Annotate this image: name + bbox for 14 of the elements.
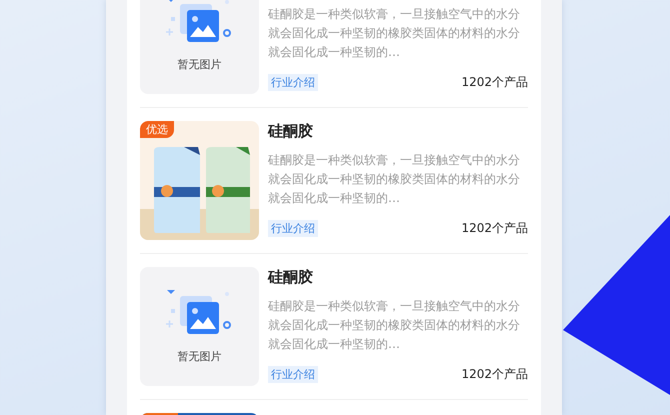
no-image-label: 暂无图片 — [178, 349, 222, 364]
product-description: 硅酮胶是一种类似软膏，一旦接触空气中的水分就会固化成一种坚韧的橡胶类固体的材料的水分就会固化成一种坚韧的… — [268, 152, 521, 207]
product-description: 硅酮胶是一种类似软膏，一旦接触空气中的水分就会固化成一种坚韧的橡胶类固体的材料的水分就会固化成一种坚韧的… — [268, 6, 521, 61]
category-tag: 行业介绍 — [268, 366, 318, 383]
category-tag: 行业介绍 — [268, 74, 318, 91]
product-title: 硅酮胶 — [268, 267, 313, 287]
no-image-label: 暂无图片 — [178, 57, 222, 72]
product-count: 1202个产品 — [461, 366, 528, 383]
product-count: 1202个产品 — [461, 74, 528, 91]
product-description: 硅酮胶是一种类似软膏，一旦接触空气中的水分就会固化成一种坚韧的橡胶类固体的材料的水分就会固化成一种坚韧的… — [268, 298, 521, 353]
product-count: 1202个产品 — [461, 220, 528, 237]
product-title: 硅酮胶 — [268, 121, 313, 141]
featured-badge: 优选 — [140, 121, 174, 138]
category-tag: 行业介绍 — [268, 220, 318, 237]
